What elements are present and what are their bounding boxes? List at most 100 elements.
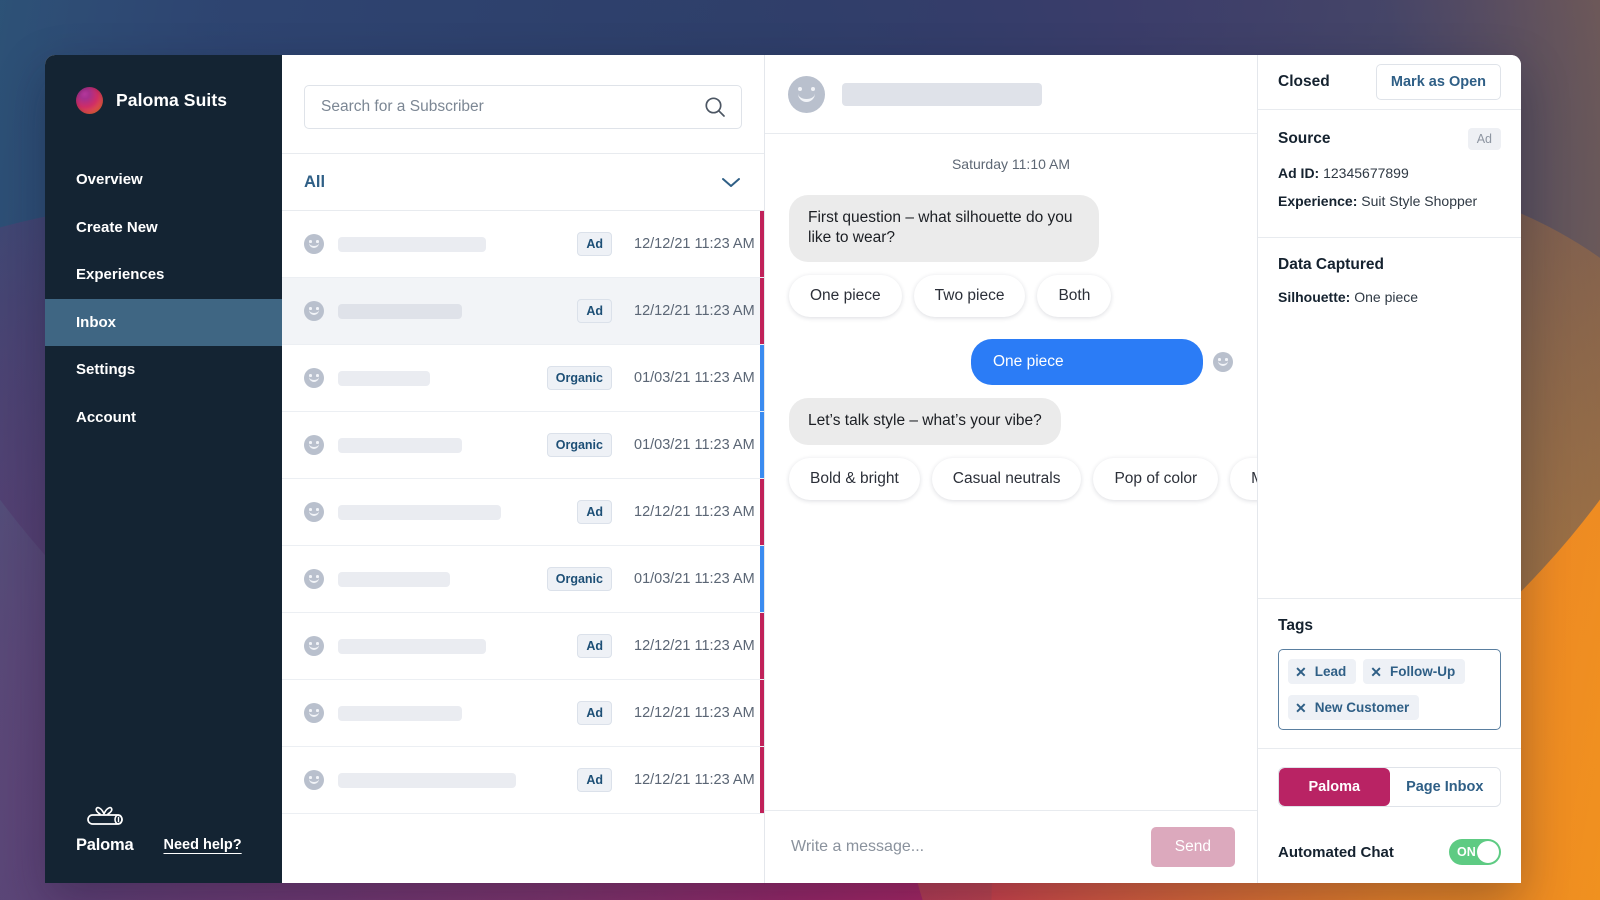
sidebar-item-settings[interactable]: Settings bbox=[45, 346, 282, 394]
conversation-row[interactable]: Ad12/12/21 11:23 AM bbox=[282, 211, 764, 278]
quick-reply-chip[interactable]: Pop of color bbox=[1093, 458, 1218, 500]
conversation-timestamp: 01/03/21 11:23 AM bbox=[612, 437, 764, 453]
source-color-strip bbox=[760, 278, 764, 344]
conversation-timestamp: 12/12/21 11:23 AM bbox=[612, 772, 764, 788]
captured-label: Silhouette: bbox=[1278, 289, 1350, 305]
conversation-row[interactable]: Ad12/12/21 11:23 AM bbox=[282, 613, 764, 680]
source-color-strip bbox=[760, 546, 764, 612]
conversation-row[interactable]: Organic01/03/21 11:23 AM bbox=[282, 412, 764, 479]
conversation-status-row: Closed Mark as Open bbox=[1258, 55, 1521, 110]
tag-chip[interactable]: ✕Lead bbox=[1288, 659, 1356, 684]
conversation-row[interactable]: Ad12/12/21 11:23 AM bbox=[282, 278, 764, 345]
subscriber-name-redacted bbox=[338, 505, 501, 520]
conversation-row[interactable]: Ad12/12/21 11:23 AM bbox=[282, 479, 764, 546]
conversation-row[interactable]: Ad12/12/21 11:23 AM bbox=[282, 747, 764, 814]
source-badge: Organic bbox=[547, 567, 612, 591]
conversation-timestamp: 12/12/21 11:23 AM bbox=[612, 236, 764, 252]
sidebar: Paloma Suits OverviewCreate NewExperienc… bbox=[45, 55, 282, 883]
quick-reply-chip[interactable]: Casual neutrals bbox=[932, 458, 1082, 500]
mark-as-open-button[interactable]: Mark as Open bbox=[1376, 64, 1501, 100]
tag-label: Follow-Up bbox=[1390, 664, 1455, 679]
ad-id-value: 12345677899 bbox=[1323, 165, 1409, 181]
inbox-controls-section: Paloma Page Inbox bbox=[1258, 749, 1521, 825]
chat-panel: Saturday 11:10 AM First question – what … bbox=[765, 55, 1258, 883]
subscriber-name-redacted bbox=[338, 371, 430, 386]
ad-id-label: Ad ID: bbox=[1278, 165, 1319, 181]
conversation-timestamp: 12/12/21 11:23 AM bbox=[612, 504, 764, 520]
close-x-icon[interactable]: ✕ bbox=[1295, 665, 1307, 679]
conversation-row[interactable]: Ad12/12/21 11:23 AM bbox=[282, 680, 764, 747]
subscriber-name-redacted bbox=[338, 438, 462, 453]
conversation-row[interactable]: Organic01/03/21 11:23 AM bbox=[282, 546, 764, 613]
source-badge: Ad bbox=[577, 634, 612, 658]
source-badge: Ad bbox=[1468, 128, 1501, 150]
conversation-timestamp: 01/03/21 11:23 AM bbox=[612, 370, 764, 386]
day-divider: Saturday 11:10 AM bbox=[765, 156, 1257, 172]
subscriber-name-redacted bbox=[338, 773, 516, 788]
quick-reply-chip[interactable]: Both bbox=[1037, 275, 1111, 317]
sidebar-item-inbox[interactable]: Inbox bbox=[45, 299, 282, 347]
conversation-row[interactable]: Organic01/03/21 11:23 AM bbox=[282, 345, 764, 412]
tag-chip[interactable]: ✕ New Customer bbox=[1288, 695, 1419, 720]
search-box[interactable] bbox=[304, 85, 742, 129]
sidebar-nav: OverviewCreate NewExperiencesInboxSettin… bbox=[45, 156, 282, 441]
tag-chip[interactable]: ✕ Follow-Up bbox=[1363, 659, 1465, 684]
source-badge: Ad bbox=[577, 299, 612, 323]
paloma-logo-icon bbox=[76, 87, 103, 114]
source-badge: Organic bbox=[547, 366, 612, 390]
source-color-strip bbox=[760, 412, 764, 478]
need-help-link[interactable]: Need help? bbox=[164, 837, 242, 855]
toggle-page-inbox[interactable]: Page Inbox bbox=[1390, 768, 1501, 806]
close-x-icon[interactable]: ✕ bbox=[1295, 701, 1307, 715]
sidebar-item-overview[interactable]: Overview bbox=[45, 156, 282, 204]
source-header: Source Ad bbox=[1278, 128, 1501, 150]
tags-input-box[interactable]: ✕Lead✕Follow-Up✕New Customer bbox=[1278, 649, 1501, 730]
message-input[interactable] bbox=[791, 838, 1137, 856]
filter-label: All bbox=[304, 173, 325, 192]
message-stream: First question – what silhouette do you … bbox=[765, 195, 1257, 500]
conversation-list[interactable]: Ad12/12/21 11:23 AMAd12/12/21 11:23 AMOr… bbox=[282, 211, 764, 883]
filter-dropdown[interactable]: All bbox=[282, 154, 764, 211]
automated-chat-toggle[interactable]: ON bbox=[1449, 839, 1501, 865]
subscriber-name-redacted bbox=[338, 639, 486, 654]
conversation-timestamp: 12/12/21 11:23 AM bbox=[612, 303, 764, 319]
brand-name: Paloma Suits bbox=[116, 90, 227, 111]
inbox-toggle-group[interactable]: Paloma Page Inbox bbox=[1278, 767, 1501, 807]
message-composer[interactable]: Send bbox=[765, 810, 1257, 883]
search-input[interactable] bbox=[321, 98, 703, 116]
quick-reply-chips: One piece Two piece Both bbox=[765, 275, 1257, 317]
subscriber-name-redacted bbox=[338, 237, 486, 252]
subscriber-name-redacted bbox=[338, 572, 450, 587]
conversation-timestamp: 01/03/21 11:23 AM bbox=[612, 571, 764, 587]
incoming-message-row: First question – what silhouette do you … bbox=[765, 195, 1257, 262]
quick-reply-chip[interactable]: Two piece bbox=[914, 275, 1026, 317]
brand-header: Paloma Suits bbox=[45, 55, 282, 114]
send-button[interactable]: Send bbox=[1151, 827, 1235, 867]
sidebar-item-account[interactable]: Account bbox=[45, 394, 282, 442]
source-color-strip bbox=[760, 680, 764, 746]
quick-reply-chip[interactable]: Bold & bright bbox=[789, 458, 920, 500]
sidebar-item-create-new[interactable]: Create New bbox=[45, 204, 282, 252]
source-title: Source bbox=[1278, 130, 1331, 148]
tag-label: New Customer bbox=[1315, 700, 1410, 715]
chevron-down-icon[interactable] bbox=[720, 175, 742, 189]
source-badge: Ad bbox=[577, 701, 612, 725]
gift-box-icon bbox=[83, 806, 127, 832]
tags-header: Tags bbox=[1278, 617, 1501, 635]
captured-value: One piece bbox=[1354, 289, 1418, 305]
captured-row: Silhouette: One piece bbox=[1278, 288, 1501, 308]
subscriber-name-redacted bbox=[338, 706, 462, 721]
subscriber-avatar bbox=[788, 76, 825, 113]
close-x-icon[interactable]: ✕ bbox=[1370, 665, 1382, 679]
search-icon[interactable] bbox=[703, 95, 727, 119]
toggle-paloma[interactable]: Paloma bbox=[1279, 768, 1390, 806]
details-spacer bbox=[1258, 334, 1521, 599]
subscriber-avatar-icon bbox=[304, 435, 324, 455]
subscriber-name-redacted bbox=[338, 304, 462, 319]
paloma-wordmark: Paloma bbox=[76, 836, 134, 855]
data-captured-section: Data Captured Silhouette: One piece bbox=[1258, 238, 1521, 334]
sidebar-item-experiences[interactable]: Experiences bbox=[45, 251, 282, 299]
app-window: Paloma Suits OverviewCreate NewExperienc… bbox=[45, 55, 1521, 883]
quick-reply-chip[interactable]: One piece bbox=[789, 275, 902, 317]
quick-reply-chip[interactable]: Mix bbox=[1230, 458, 1257, 500]
